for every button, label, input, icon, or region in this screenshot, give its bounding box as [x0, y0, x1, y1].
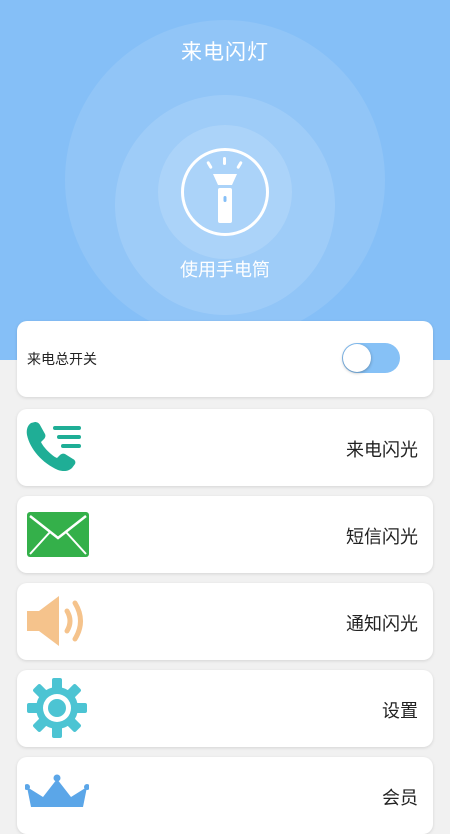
menu-item-notification-flash[interactable]: 通知闪光 [17, 583, 433, 660]
flashlight-label: 使用手电筒 [180, 260, 270, 281]
flashlight-button[interactable] [181, 148, 269, 236]
menu-item-settings[interactable]: 设置 [17, 670, 433, 747]
gear-icon [27, 678, 87, 738]
menu-item-sms-flash[interactable]: 短信闪光 [17, 496, 433, 573]
flashlight-icon [206, 157, 243, 223]
master-switch-toggle[interactable] [342, 343, 400, 373]
menu-item-label: 设置 [382, 701, 418, 722]
menu-item-label: 会员 [382, 788, 418, 809]
menu-item-label: 来电闪光 [346, 440, 418, 461]
page-title: 来电闪灯 [181, 40, 269, 64]
toggle-knob [343, 344, 371, 372]
speaker-icon [27, 596, 83, 646]
envelope-icon [27, 512, 89, 557]
menu-item-call-flash[interactable]: 来电闪光 [17, 409, 433, 486]
crown-icon [25, 774, 89, 807]
menu-item-membership[interactable]: 会员 [17, 757, 433, 834]
master-switch-label: 来电总开关 [27, 352, 97, 368]
master-switch-card: 来电总开关 [17, 321, 433, 397]
phone-list-icon [26, 422, 81, 472]
header-banner: 来电闪灯 使用手电筒 [0, 0, 450, 360]
menu-item-label: 短信闪光 [346, 527, 418, 548]
menu-item-label: 通知闪光 [346, 614, 418, 635]
